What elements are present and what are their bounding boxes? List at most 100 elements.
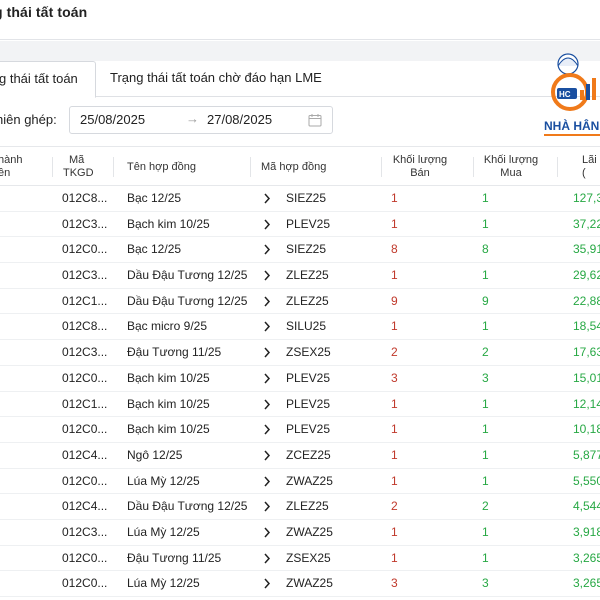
cell-profit: 10,18 — [573, 422, 600, 437]
cell-account-id: 012C0... — [62, 242, 108, 257]
cell-contract-name: Dầu Đậu Tương 12/25 — [127, 293, 248, 308]
header-profit-line1: Lãi l — [582, 154, 600, 166]
table-row[interactable]: 012C4... Ngô 12/25 ZCEZ25 1 1 5,877 — [0, 443, 600, 469]
top-bar: g thái tất toán — [0, 0, 600, 40]
table-row[interactable]: 012C0... Đậu Tương 11/25 ZSEX25 1 1 3,265 — [0, 546, 600, 572]
cell-contract-code: PLEV25 — [286, 216, 331, 231]
chevron-right-icon[interactable] — [263, 270, 271, 281]
cell-buy-volume: 1 — [482, 396, 489, 411]
header-contract-name: Tên hợp đồng — [127, 147, 247, 187]
table-row[interactable]: 012C0... Bạc 12/25 SIEZ25 8 8 35,91 — [0, 237, 600, 264]
chevron-right-icon[interactable] — [263, 578, 271, 589]
header-divider — [250, 157, 251, 177]
cell-sell-volume: 1 — [391, 422, 398, 437]
chevron-right-icon[interactable] — [263, 424, 271, 435]
table-row[interactable]: 012C1... Dầu Đậu Tương 12/25 ZLEZ25 9 9 22,88 — [0, 289, 600, 315]
date-from-input[interactable]: 25/08/2025 — [80, 112, 145, 127]
chevron-right-icon[interactable] — [263, 244, 271, 255]
cell-contract-name: Dầu Đậu Tương 12/25 — [127, 499, 248, 514]
cell-contract-code: ZSEX25 — [286, 550, 331, 565]
cell-contract-code: SIEZ25 — [286, 191, 327, 205]
header-profit: Lãi l ( — [582, 147, 600, 187]
cell-sell-volume: 1 — [391, 191, 398, 205]
table-body: 012C8... Bạc 12/25 SIEZ25 1 1 127,3 012C3... Bạ… — [0, 186, 600, 597]
chevron-right-icon[interactable] — [263, 193, 271, 204]
header-tkgd: Mã TKGD — [63, 147, 103, 187]
chevron-right-icon[interactable] — [263, 399, 271, 410]
header-buy-volume-line1: Khối lượng — [483, 154, 539, 166]
table-row[interactable]: 012C8... Bạc 12/25 SIEZ25 1 1 127,3 — [0, 186, 600, 212]
chevron-right-icon[interactable] — [263, 347, 271, 358]
cell-contract-name: Bạch kim 10/25 — [127, 422, 210, 437]
cell-buy-volume: 1 — [482, 447, 489, 462]
cell-account-id: 012C8... — [62, 319, 108, 334]
cell-profit: 17,63 — [573, 345, 600, 360]
chevron-right-icon[interactable] — [263, 373, 271, 384]
table-row[interactable]: 012C0... Bạch kim 10/25 PLEV25 3 3 15,01 — [0, 366, 600, 392]
calendar-icon[interactable] — [308, 113, 322, 127]
header-sell-volume-line1: Khối lượng — [392, 154, 448, 166]
cell-account-id: 012C0... — [62, 550, 108, 565]
chevron-right-icon[interactable] — [263, 219, 271, 230]
header-divider — [113, 157, 114, 177]
cell-sell-volume: 1 — [391, 550, 398, 565]
table-row[interactable]: 012C3... Dầu Đậu Tương 12/25 ZLEZ25 1 1 29,62 — [0, 263, 600, 289]
header-sell-volume-line2: Bán — [410, 167, 430, 179]
header-profit-line2: ( — [582, 167, 586, 179]
table-row[interactable]: 012C3... Bạch kim 10/25 PLEV25 1 1 37,22 — [0, 212, 600, 238]
cell-profit: 3,265 — [573, 576, 600, 591]
cell-account-id: 012C4... — [62, 499, 108, 514]
cell-sell-volume: 3 — [391, 576, 398, 591]
tab-settlement-status[interactable]: g thái tất toán — [0, 61, 96, 98]
header-contract-code-label: Mã hợp đồng — [261, 160, 327, 173]
header-divider — [473, 157, 474, 177]
table-row[interactable]: 012C0... Bạch kim 10/25 PLEV25 1 1 10,18 — [0, 417, 600, 443]
cell-contract-name: Đậu Tương 11/25 — [127, 345, 222, 360]
date-range-picker[interactable]: 25/08/2025 → 27/08/2025 — [69, 106, 333, 134]
cell-buy-volume: 1 — [482, 422, 489, 437]
chevron-right-icon[interactable] — [263, 527, 271, 538]
cell-sell-volume: 1 — [391, 268, 398, 283]
cell-buy-volume: 1 — [482, 319, 489, 334]
logo-badge-text: HC — [559, 90, 571, 99]
cell-profit: 18,54 — [573, 319, 600, 334]
chevron-right-icon[interactable] — [263, 553, 271, 564]
cell-account-id: 012C3... — [62, 216, 108, 231]
settlement-table: hành ền Mã TKGD Tên hợp đồng Mã hợp đồng… — [0, 146, 600, 597]
date-to-input[interactable]: 27/08/2025 — [207, 112, 272, 127]
cell-buy-volume: 1 — [482, 191, 489, 205]
cell-account-id: 012C8... — [62, 191, 108, 205]
cell-contract-code: ZLEZ25 — [286, 499, 329, 514]
chevron-right-icon[interactable] — [263, 296, 271, 307]
header-buy-volume-line2: Mua — [500, 167, 522, 179]
table-row[interactable]: 012C4... Dầu Đậu Tương 12/25 ZLEZ25 2 2 4,544 — [0, 494, 600, 520]
table-row[interactable]: 012C3... Lúa Mỳ 12/25 ZWAZ25 1 1 3,918 — [0, 520, 600, 546]
table-row[interactable]: 012C0... Lúa Mỳ 12/25 ZWAZ25 3 3 3,265 — [0, 571, 600, 597]
cell-contract-code: ZWAZ25 — [286, 524, 333, 539]
cell-sell-volume: 1 — [391, 216, 398, 231]
header-divider — [52, 157, 53, 177]
header-tkgd-line2: TKGD — [63, 167, 94, 179]
chevron-right-icon[interactable] — [263, 450, 271, 461]
chevron-right-icon[interactable] — [263, 501, 271, 512]
header-buy-volume: Khối lượng Mua — [477, 147, 545, 187]
arrow-right-icon: → — [186, 111, 199, 126]
table-row[interactable]: 012C8... Bạc micro 9/25 SILU25 1 1 18,54 — [0, 314, 600, 341]
table-row[interactable]: 012C3... Đậu Tương 11/25 ZSEX25 2 2 17,63 — [0, 340, 600, 366]
chevron-right-icon[interactable] — [263, 321, 271, 332]
cell-contract-code: PLEV25 — [286, 396, 331, 411]
cell-contract-code: PLEV25 — [286, 422, 331, 437]
table-row[interactable]: 012C1... Bạch kim 10/25 PLEV25 1 1 12,14 — [0, 392, 600, 418]
cell-contract-code: SIEZ25 — [286, 242, 327, 257]
cell-contract-name: Đậu Tương 11/25 — [127, 550, 222, 565]
cell-sell-volume: 1 — [391, 524, 398, 539]
cell-sell-volume: 1 — [391, 396, 398, 411]
table-row[interactable]: 012C0... Lúa Mỳ 12/25 ZWAZ25 1 1 5,550 — [0, 469, 600, 495]
company-logo: HC NHÀ HÂN — [540, 50, 600, 142]
tab-bar: g thái tất toán Trạng thái tất toán chờ … — [0, 61, 600, 98]
chevron-right-icon[interactable] — [263, 476, 271, 487]
cell-contract-name: Bạc 12/25 — [127, 242, 182, 257]
header-divider — [381, 157, 382, 177]
tab-settlement-pending-lme[interactable]: Trạng thái tất toán chờ đáo hạn LME — [110, 61, 322, 97]
cell-buy-volume: 3 — [482, 370, 489, 385]
